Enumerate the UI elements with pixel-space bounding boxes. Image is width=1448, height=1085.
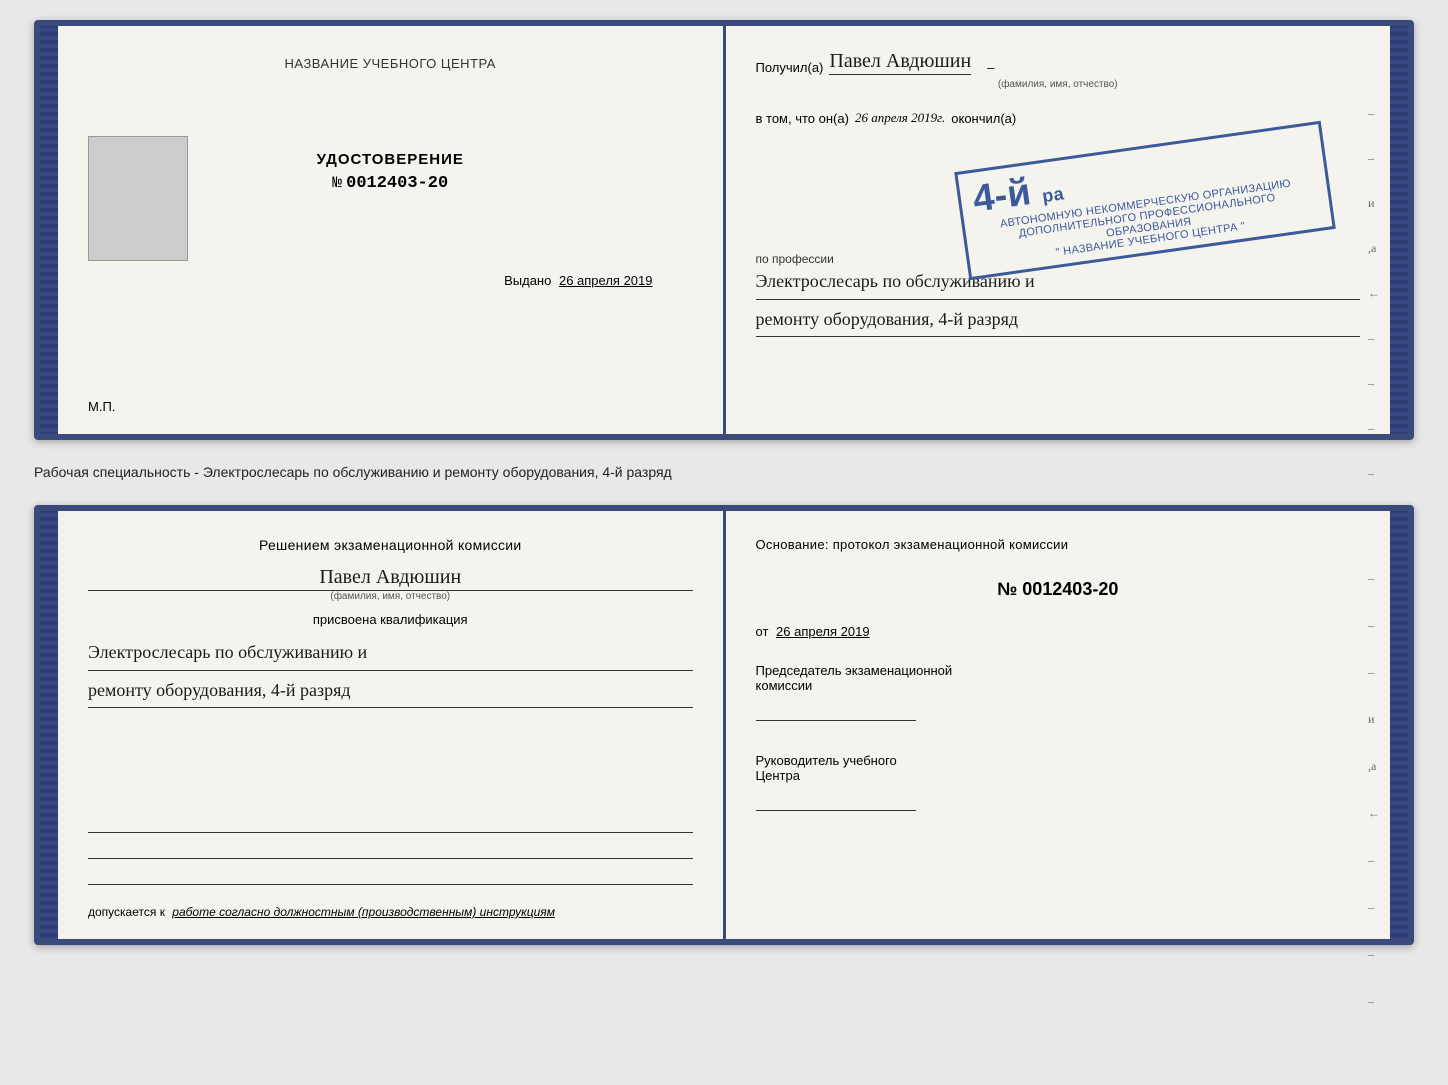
- decision-title: Решением экзаменационной комиссии: [88, 535, 693, 556]
- bottom-person-section: Павел Авдюшин (фамилия, имя, отчество): [88, 566, 693, 602]
- top-card-left-panel: НАЗВАНИЕ УЧЕБНОГО ЦЕНТРА УДОСТОВЕРЕНИЕ №…: [58, 26, 726, 434]
- card-spine-right: [1390, 26, 1408, 434]
- chairman-section: Председатель экзаменационной комиссии: [756, 663, 1361, 729]
- bottom-card-right-panel: Основание: протокол экзаменационной коми…: [726, 511, 1391, 939]
- admit-italic: работе согласно должностным (производств…: [172, 905, 555, 919]
- issued-date-line: Выдано 26 апреля 2019: [504, 273, 652, 288]
- chairman-title2: комиссии: [756, 678, 1361, 693]
- protocol-number: № 0012403-20: [756, 579, 1361, 600]
- qualification-line1: Электрослесарь по обслуживанию и: [88, 637, 693, 671]
- basis-label: Основание: протокол экзаменационной коми…: [756, 535, 1361, 555]
- qualification-line2: ремонту оборудования, 4-й разряд: [88, 675, 693, 709]
- admit-text: допускается к работе согласно должностны…: [88, 905, 693, 919]
- right-col-items: Основание: протокол экзаменационной коми…: [756, 535, 1361, 819]
- cert-number-prefix: №: [332, 174, 342, 192]
- bottom-person-name: Павел Авдюшин: [88, 566, 693, 591]
- finished-label: окончил(а): [951, 111, 1016, 126]
- mp-label: М.П.: [88, 399, 115, 414]
- top-card-right-panel: Получил(а) Павел Авдюшин – (фамилия, имя…: [726, 26, 1391, 434]
- bottom-name-sublabel: (фамилия, имя, отчество): [88, 591, 693, 602]
- protocol-date: 26 апреля 2019: [776, 624, 870, 639]
- assigned-label: присвоена квалификация: [88, 612, 693, 627]
- chairman-title1: Председатель экзаменационной: [756, 663, 1361, 678]
- bottom-card-left-panel: Решением экзаменационной комиссии Павел …: [58, 511, 726, 939]
- certificate-number: № 0012403-20: [332, 174, 448, 193]
- protocol-prefix: №: [997, 579, 1017, 599]
- bottom-card-spine-left: [40, 511, 58, 939]
- profession-name: Электрослесарь по обслуживанию и ремонту…: [756, 266, 1361, 337]
- bottom-side-dashes: – – – и ,а ← – – – –: [1368, 571, 1380, 1009]
- bottom-certificate-card: Решением экзаменационной комиссии Павел …: [34, 505, 1414, 945]
- received-prefix: Получил(а): [756, 60, 824, 75]
- sig-line-2: [88, 839, 693, 859]
- director-title1: Руководитель учебного: [756, 753, 1361, 768]
- completion-date: 26 апреля 2019г.: [855, 110, 945, 126]
- card-spine-left: [40, 26, 58, 434]
- admit-prefix: допускается к: [88, 905, 165, 919]
- photo-placeholder: [88, 136, 188, 261]
- in-fact-line: в том, что он(а) 26 апреля 2019г. окончи…: [756, 110, 1361, 126]
- director-section: Руководитель учебного Центра: [756, 753, 1361, 819]
- director-title2: Центра: [756, 768, 1361, 783]
- bottom-card-spine-right: [1390, 511, 1408, 939]
- profession-line2: ремонту оборудования, 4-й разряд: [756, 304, 1361, 338]
- issued-label: Выдано: [504, 273, 551, 288]
- signature-lines-bottom: [88, 813, 693, 885]
- protocol-date-line: от 26 апреля 2019: [756, 624, 1361, 639]
- in-fact-prefix: в том, что он(а): [756, 111, 849, 126]
- director-signature-line: [756, 791, 916, 811]
- protocol-number-value: 0012403-20: [1022, 579, 1118, 599]
- chairman-signature-line: [756, 701, 916, 721]
- sig-line-1: [88, 813, 693, 833]
- issued-date: 26 апреля 2019: [559, 273, 653, 288]
- top-certificate-card: НАЗВАНИЕ УЧЕБНОГО ЦЕНТРА УДОСТОВЕРЕНИЕ №…: [34, 20, 1414, 440]
- training-center-title: НАЗВАНИЕ УЧЕБНОГО ЦЕНТРА: [285, 56, 496, 71]
- certificate-label: УДОСТОВЕРЕНИЕ: [317, 151, 464, 168]
- name-sublabel-top: (фамилия, имя, отчество): [756, 79, 1361, 90]
- cert-number-value: 0012403-20: [346, 174, 448, 193]
- sig-line-3: [88, 865, 693, 885]
- separator-text: Рабочая специальность - Электрослесарь п…: [34, 458, 1414, 487]
- recipient-name: Павел Авдюшин: [829, 50, 971, 75]
- qualification-name: Электрослесарь по обслуживанию и ремонту…: [88, 637, 693, 712]
- side-dashes: – – и ,а ← – – – –: [1368, 106, 1380, 481]
- date-prefix: от: [756, 624, 769, 639]
- received-line: Получил(а) Павел Авдюшин –: [756, 50, 1361, 75]
- profession-line1: Электрослесарь по обслуживанию и: [756, 266, 1361, 300]
- name-sublabel-text: (фамилия, имя, отчество): [756, 79, 1361, 90]
